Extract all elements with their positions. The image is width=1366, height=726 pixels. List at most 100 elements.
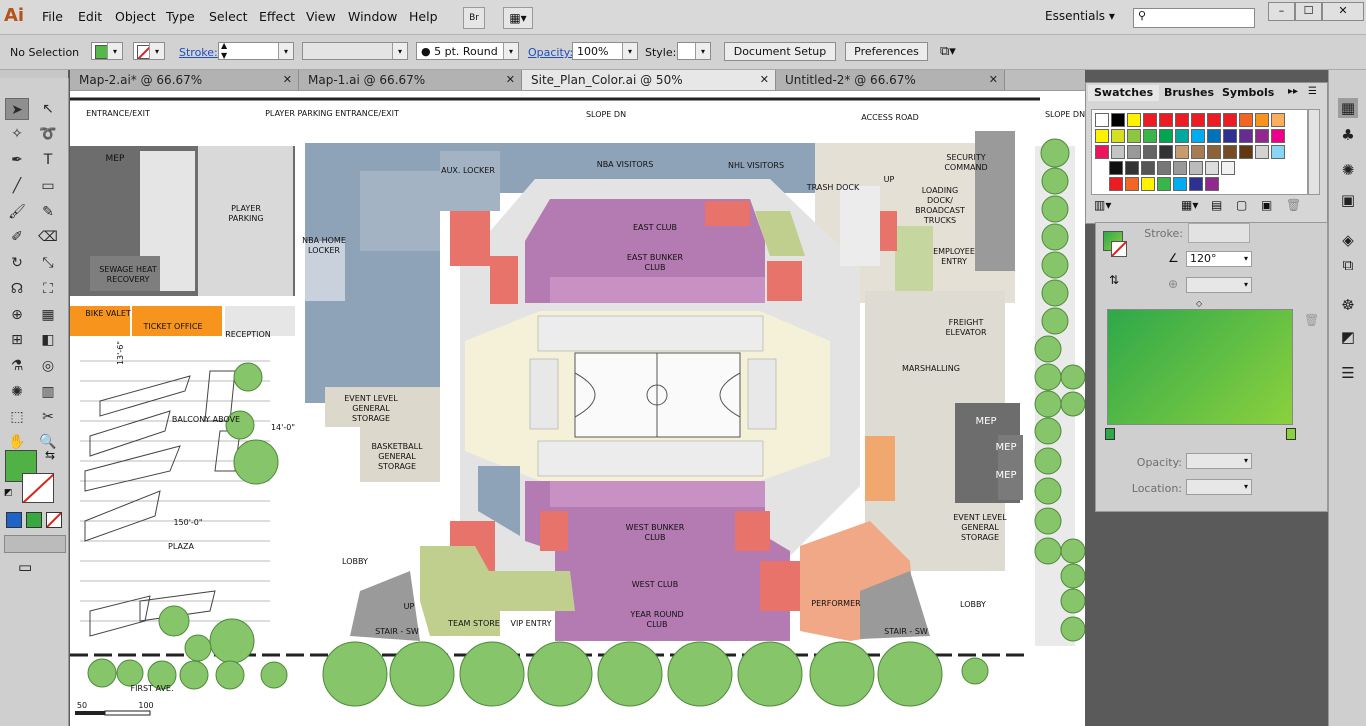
variable-width-profile[interactable]: ▾ bbox=[302, 42, 408, 60]
swatch[interactable] bbox=[1175, 145, 1189, 159]
new-color-group-icon[interactable]: ▢ bbox=[1236, 198, 1247, 212]
opacity-field[interactable]: 100% ▾ bbox=[572, 42, 638, 60]
workspace-switcher[interactable]: Essentials ▾ bbox=[1045, 9, 1115, 23]
panel-menu-icon[interactable]: ☰ bbox=[1308, 86, 1317, 97]
swatch[interactable] bbox=[1111, 113, 1125, 127]
direct-selection-tool-icon[interactable]: ↖ bbox=[36, 98, 60, 120]
reverse-gradient-icon[interactable]: ⇅ bbox=[1109, 273, 1119, 287]
tab-swatches[interactable]: Swatches bbox=[1088, 85, 1160, 101]
menu-view[interactable]: View bbox=[306, 9, 336, 24]
panel-collapse-icon[interactable]: ▸▸ bbox=[1288, 86, 1298, 97]
close-icon[interactable]: ✕ bbox=[989, 70, 998, 90]
swatch[interactable] bbox=[1189, 161, 1203, 175]
menu-object[interactable]: Object bbox=[115, 9, 156, 24]
swatch[interactable] bbox=[1175, 129, 1189, 143]
swatch[interactable] bbox=[1125, 177, 1139, 191]
tab-site-plan-color[interactable]: Site_Plan_Color.ai @ 50% (CMYK/Preview)✕ bbox=[522, 70, 776, 107]
symbols-panel-icon[interactable]: ♣ bbox=[1338, 125, 1358, 145]
mesh-tool-icon[interactable]: ⊞ bbox=[5, 329, 29, 351]
menu-select[interactable]: Select bbox=[209, 9, 248, 24]
swatch[interactable] bbox=[1239, 129, 1253, 143]
swatch[interactable] bbox=[1157, 177, 1171, 191]
swatch[interactable] bbox=[1127, 129, 1141, 143]
swatch[interactable] bbox=[1157, 161, 1171, 175]
tools-panel-grip[interactable] bbox=[0, 70, 68, 78]
eyedropper-icon[interactable]: ⚗ bbox=[5, 355, 29, 377]
scale-tool-icon[interactable]: ⤡ bbox=[36, 252, 60, 274]
swatch[interactable] bbox=[1205, 177, 1219, 191]
stop-opacity-field[interactable]: ▾ bbox=[1186, 453, 1252, 469]
gradient-preview[interactable] bbox=[1107, 309, 1293, 425]
swatch[interactable] bbox=[1111, 145, 1125, 159]
tab-map-1[interactable]: Map-1.ai @ 66.67% (CMYK/Preview)✕ bbox=[299, 70, 522, 107]
swatch[interactable] bbox=[1141, 161, 1155, 175]
transparency-panel-icon[interactable]: ▣ bbox=[1338, 190, 1358, 210]
swatch[interactable] bbox=[1095, 129, 1109, 143]
menu-edit[interactable]: Edit bbox=[78, 9, 102, 24]
artboard-canvas[interactable]: ENTRANCE/EXIT PLAYER PARKING ENTRANCE/EX… bbox=[70, 91, 1085, 726]
gradient-stroke-thumb[interactable] bbox=[1111, 241, 1127, 257]
stroke-color-picker[interactable]: ▾ bbox=[133, 42, 165, 60]
appearance-panel-icon[interactable]: ☸ bbox=[1338, 295, 1358, 315]
swatch[interactable] bbox=[1271, 129, 1285, 143]
none-mode-icon[interactable] bbox=[46, 512, 62, 528]
swatch[interactable] bbox=[1111, 129, 1125, 143]
new-swatch-icon[interactable]: ▣ bbox=[1261, 198, 1272, 212]
swatch[interactable] bbox=[1189, 177, 1203, 191]
swatch[interactable] bbox=[1191, 129, 1205, 143]
paintbrush-icon[interactable]: 🖌 bbox=[5, 201, 29, 223]
swatch[interactable] bbox=[1239, 113, 1253, 127]
slice-tool-icon[interactable]: ✂ bbox=[36, 406, 60, 428]
swatch[interactable] bbox=[1159, 129, 1173, 143]
swatch-options-icon[interactable]: ▤ bbox=[1211, 198, 1222, 212]
screen-mode-icon[interactable]: ▭ bbox=[18, 558, 32, 576]
trash-icon[interactable]: 🗑 bbox=[1286, 198, 1301, 212]
midpoint-icon[interactable]: ◇ bbox=[1196, 299, 1202, 308]
tab-map-2[interactable]: Map-2.ai* @ 66.67% (CMYK/Preview)✕ bbox=[70, 70, 299, 107]
swatch-scrollbar[interactable] bbox=[1308, 109, 1320, 195]
gradient-tool-icon[interactable]: ◧ bbox=[36, 329, 60, 351]
swatch[interactable] bbox=[1271, 145, 1285, 159]
blob-brush-icon[interactable]: ✐ bbox=[5, 226, 29, 248]
swatch[interactable] bbox=[1223, 113, 1237, 127]
swatch[interactable] bbox=[1255, 145, 1269, 159]
swatch[interactable] bbox=[1143, 129, 1157, 143]
help-search-input[interactable]: ⚲ bbox=[1133, 8, 1255, 28]
bridge-button[interactable]: Br bbox=[463, 7, 485, 29]
swatch[interactable] bbox=[1125, 161, 1139, 175]
opacity-panel-link[interactable]: Opacity: bbox=[528, 46, 573, 59]
color-panel-icon[interactable]: ▦ bbox=[1338, 98, 1358, 118]
warp-tool-icon[interactable]: ☊ bbox=[5, 278, 29, 300]
gradient-mode-icon[interactable] bbox=[26, 512, 42, 528]
menu-effect[interactable]: Effect bbox=[259, 9, 295, 24]
minimize-button[interactable]: – bbox=[1268, 2, 1295, 21]
brush-definition[interactable]: ● 5 pt. Round ▾ bbox=[416, 42, 519, 60]
swatch[interactable] bbox=[1159, 113, 1173, 127]
menu-help[interactable]: Help bbox=[409, 9, 438, 24]
menu-file[interactable]: File bbox=[42, 9, 63, 24]
fill-color-picker[interactable]: ▾ bbox=[91, 42, 123, 60]
blend-tool-icon[interactable]: ◎ bbox=[36, 355, 60, 377]
default-colors-icon[interactable]: ◩ bbox=[4, 488, 13, 498]
close-icon[interactable]: ✕ bbox=[760, 70, 769, 90]
tab-brushes[interactable]: Brushes bbox=[1158, 85, 1220, 101]
stop-location-field[interactable]: ▾ bbox=[1186, 479, 1252, 495]
close-icon[interactable]: ✕ bbox=[506, 70, 515, 90]
swatch[interactable] bbox=[1127, 113, 1141, 127]
swatch[interactable] bbox=[1159, 145, 1173, 159]
graph-tool-icon[interactable]: ▥ bbox=[36, 381, 60, 403]
angle-field[interactable]: 120° ▾ bbox=[1186, 251, 1252, 267]
stroke-panel-link[interactable]: Stroke: bbox=[179, 46, 218, 59]
rotate-tool-icon[interactable]: ↻ bbox=[5, 252, 29, 274]
delete-stop-icon[interactable]: 🗑 bbox=[1304, 313, 1319, 327]
swatch[interactable] bbox=[1191, 145, 1205, 159]
swatch[interactable] bbox=[1143, 145, 1157, 159]
swatch[interactable] bbox=[1255, 129, 1269, 143]
eraser-icon[interactable]: ⌫ bbox=[36, 226, 60, 248]
swatch[interactable] bbox=[1207, 113, 1221, 127]
artboards-panel-icon[interactable]: ⧉ bbox=[1338, 255, 1358, 275]
perspective-grid-icon[interactable]: ▦ bbox=[36, 304, 60, 326]
shape-builder-icon[interactable]: ⊕ bbox=[5, 304, 29, 326]
swatch[interactable] bbox=[1175, 113, 1189, 127]
arrange-documents-button[interactable]: ▦▾ bbox=[503, 7, 533, 29]
